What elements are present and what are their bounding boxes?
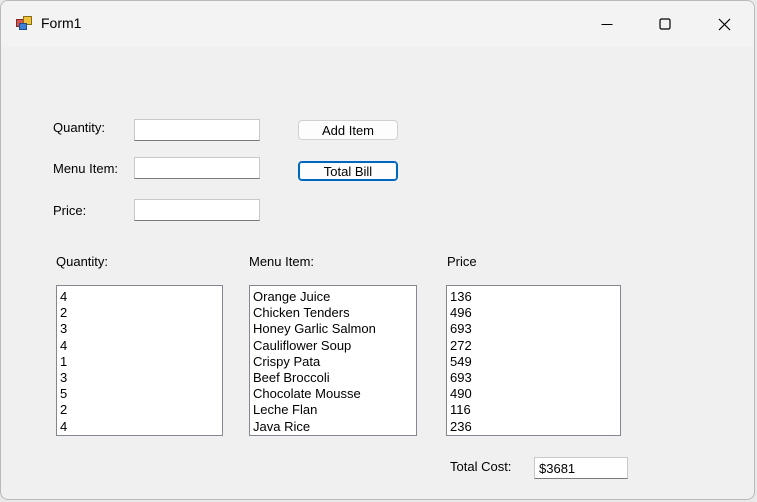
list-item[interactable]: 693 [450,321,617,337]
list-item[interactable]: Java Rice [253,419,413,435]
menu-item-list-header: Menu Item: [249,254,315,269]
list-item[interactable]: 5 [60,386,219,402]
list-item[interactable]: 496 [450,305,617,321]
list-item[interactable]: 116 [450,402,617,418]
total-cost-field[interactable] [534,457,628,479]
maximize-icon [659,18,671,30]
list-item[interactable]: 136 [450,289,617,305]
list-item[interactable]: 2 [60,402,219,418]
list-item[interactable]: Honey Garlic Salmon [253,321,413,337]
list-item[interactable]: Leche Flan [253,402,413,418]
list-item[interactable]: 272 [450,338,617,354]
list-item[interactable]: 4 [60,419,219,435]
list-item[interactable]: 693 [450,370,617,386]
list-item[interactable]: 2 [60,305,219,321]
menu-item-listbox[interactable]: Orange Juice Chicken Tenders Honey Garli… [249,285,417,436]
quantity-list-header: Quantity: [56,254,109,269]
price-input[interactable] [134,199,260,221]
list-item[interactable]: 1 [60,354,219,370]
list-item[interactable]: Chicken Tenders [253,305,413,321]
price-label: Price: [53,203,87,218]
total-cost-label: Total Cost: [450,459,512,474]
close-button[interactable] [695,1,753,47]
list-item[interactable]: Chocolate Mousse [253,386,413,402]
quantity-listbox[interactable]: 4 2 3 4 1 3 5 2 4 [56,285,223,436]
list-item[interactable]: 4 [60,338,219,354]
window-title: Form1 [41,15,82,31]
minimize-button[interactable] [578,1,636,47]
list-item[interactable]: 4 [60,289,219,305]
list-item[interactable]: 490 [450,386,617,402]
list-item[interactable]: Cauliflower Soup [253,338,413,354]
list-item[interactable]: 3 [60,370,219,386]
form1-window: Form1 Quantity: Menu Item: Price: Add It… [0,0,755,500]
list-item[interactable]: 3 [60,321,219,337]
price-list-header: Price [447,254,477,269]
add-item-button[interactable]: Add Item [298,120,398,140]
total-bill-button[interactable]: Total Bill [298,161,398,181]
list-item[interactable]: 236 [450,419,617,435]
minimize-icon [601,18,613,30]
app-icon[interactable] [16,14,32,30]
list-item[interactable]: Crispy Pata [253,354,413,370]
quantity-input[interactable] [134,119,260,141]
list-item[interactable]: 549 [450,354,617,370]
menu-item-label: Menu Item: [53,161,119,176]
title-bar[interactable]: Form1 [1,1,754,47]
maximize-button[interactable] [636,1,694,47]
menu-item-input[interactable] [134,157,260,179]
close-icon [718,18,731,31]
list-item[interactable]: Orange Juice [253,289,413,305]
quantity-label: Quantity: [53,120,106,135]
price-listbox[interactable]: 136 496 693 272 549 693 490 116 236 [446,285,621,436]
list-item[interactable]: Beef Broccoli [253,370,413,386]
